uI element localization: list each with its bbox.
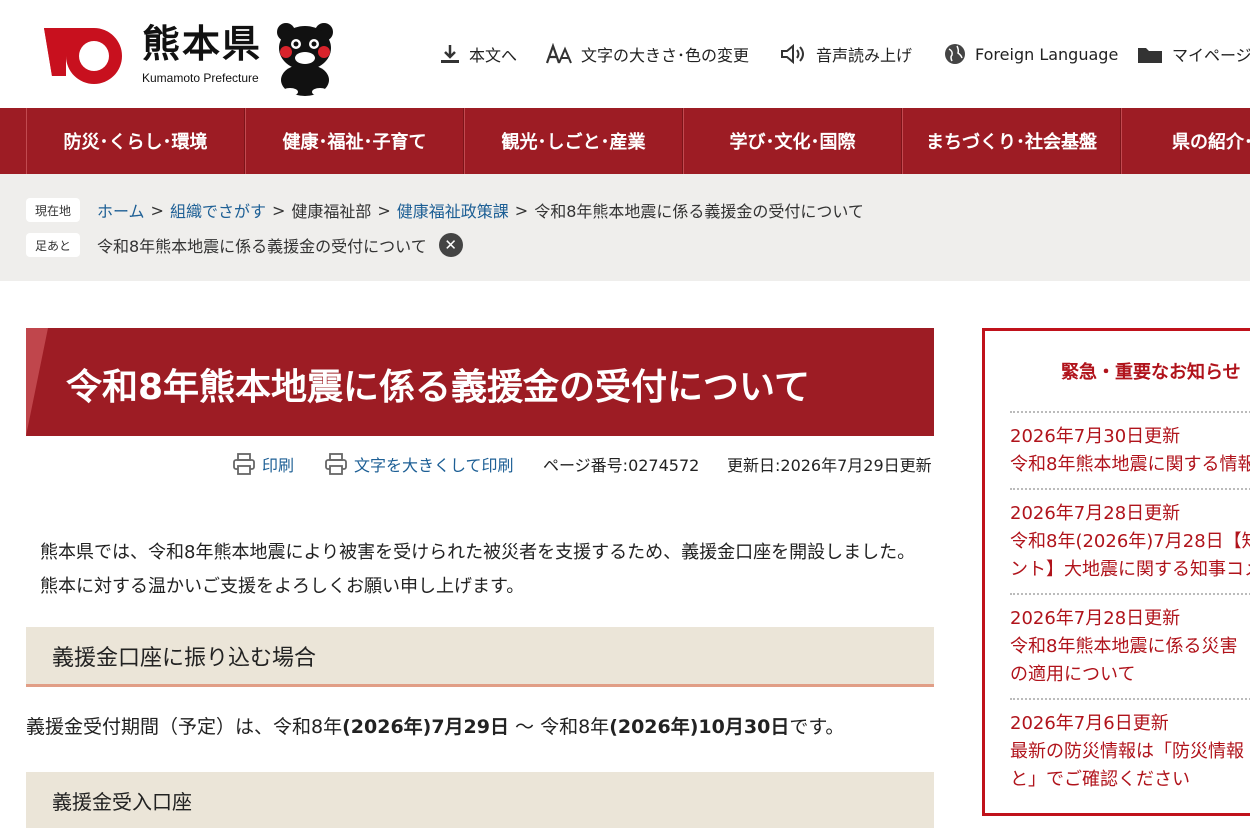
kumamon-mascot-icon: [277, 23, 333, 96]
notice-item[interactable]: 2026年7月28日更新 令和8年(2026年)7月28日【知 ント】大地震に関…: [1010, 488, 1250, 584]
notice-text[interactable]: ント】大地震に関する知事コメ: [1010, 556, 1250, 584]
nav-item-tourism[interactable]: 観光･しごと･産業: [464, 108, 683, 174]
updated-date: 更新日:2026年7月29日更新: [727, 456, 932, 475]
breadcrumb-separator: >: [377, 200, 391, 220]
read-aloud-link[interactable]: 音声読み上げ: [780, 40, 912, 68]
close-icon[interactable]: ✕: [438, 233, 463, 257]
site-header: 熊本県 Kumamoto Prefecture 本文へ 文字の大きさ･色の変更: [0, 0, 1250, 108]
notice-date: 2026年7月28日更新: [1010, 608, 1181, 629]
notice-item[interactable]: 2026年7月30日更新 令和8年熊本地震に関する情報: [1010, 411, 1250, 479]
intro-line: 熊本に対する温かいご支援をよろしくお願い申し上げます。: [40, 576, 525, 597]
breadcrumb-separator: >: [150, 200, 164, 220]
breadcrumb-division-link[interactable]: 健康福祉政策課: [397, 198, 509, 222]
folder-icon: [1138, 48, 1162, 63]
notice-text[interactable]: 令和8年熊本地震に関する情報: [1010, 451, 1250, 479]
print-label[interactable]: 印刷: [262, 452, 294, 476]
nav-item-disaster[interactable]: 防災･くらし･環境: [26, 108, 245, 174]
kumamoto-logo-icon[interactable]: [40, 24, 124, 84]
notice-text[interactable]: 最新の防災情報は「防災情報: [1010, 738, 1250, 766]
nav-item-about[interactable]: 県の紹介･計画: [1121, 108, 1250, 174]
nav-item-health[interactable]: 健康･福祉･子育て: [245, 108, 464, 174]
globe-icon: [945, 44, 965, 64]
utility-label: マイページ: [1172, 46, 1250, 65]
period-mid: 〜 令和8年: [509, 716, 610, 738]
notice-date: 2026年7月28日更新: [1010, 503, 1181, 524]
print-large-link[interactable]: 文字を大きくして印刷: [324, 450, 514, 478]
breadcrumb-separator: >: [514, 200, 529, 220]
notice-text[interactable]: 令和8年(2026年)7月28日【知: [1010, 528, 1250, 556]
utility-label: Foreign Language: [975, 44, 1119, 64]
page-title: 令和8年熊本地震に係る義援金の受付について: [66, 367, 810, 408]
printer-icon: [233, 453, 255, 475]
breadcrumb-department: 健康福祉部: [291, 202, 372, 221]
period-end: (2026年)10月30日: [609, 716, 790, 738]
logo-title[interactable]: 熊本県: [142, 22, 262, 66]
period-start: (2026年)7月29日: [342, 716, 510, 738]
intro-line: 熊本県では、令和8年熊本地震により被害を受けられた被災者を支援するため、義援金口…: [40, 542, 916, 563]
breadcrumb-home-link[interactable]: ホーム: [97, 198, 145, 222]
printer-icon: [325, 453, 347, 475]
breadcrumb-organization-link[interactable]: 組織でさがす: [170, 198, 266, 222]
history-trail: 令和8年熊本地震に係る義援金の受付について ✕: [97, 233, 463, 257]
logo-subtitle: Kumamoto Prefecture: [142, 71, 259, 85]
speaker-icon: [781, 43, 804, 65]
notice-text[interactable]: と」でご確認ください: [1010, 766, 1250, 794]
breadcrumb-current-page: 令和8年熊本地震に係る義援金の受付について: [534, 202, 864, 221]
period-prefix: 義援金受付期間（予定）は、令和8年: [26, 716, 343, 738]
nav-item-culture[interactable]: 学び･文化･国際: [683, 108, 902, 174]
breadcrumb-separator: >: [271, 200, 286, 220]
important-notices-panel: 緊急・重要なお知らせ 2026年7月30日更新 令和8年熊本地震に関する情報 2…: [982, 328, 1250, 816]
history-item[interactable]: 令和8年熊本地震に係る義援金の受付について: [97, 233, 427, 257]
intro-text: 熊本県では、令和8年熊本地震により被害を受けられた被災者を支援するため、義援金口…: [40, 536, 940, 604]
notice-item[interactable]: 2026年7月28日更新 令和8年熊本地震に係る災害 の適用について: [1010, 593, 1250, 689]
page-title-banner: 令和8年熊本地震に係る義援金の受付について: [26, 328, 934, 436]
skip-to-content-link[interactable]: 本文へ: [439, 40, 517, 68]
acceptance-period: 義援金受付期間（予定）は、令和8年(2026年)7月29日 〜 令和8年(202…: [26, 712, 844, 739]
notice-item[interactable]: 2026年7月6日更新 最新の防災情報は「防災情報 と」でご確認ください: [1010, 698, 1250, 794]
utility-label: 音声読み上げ: [816, 46, 913, 65]
breadcrumb-area: 現在地 ホーム > 組織でさがす > 健康福祉部 > 健康福祉政策課 > 令和8…: [0, 174, 1250, 281]
nav-item-town[interactable]: まちづくり･社会基盤: [902, 108, 1121, 174]
print-link[interactable]: 印刷: [232, 450, 294, 478]
notices-heading: 緊急・重要なお知らせ: [1061, 362, 1241, 383]
print-large-label[interactable]: 文字を大きくして印刷: [354, 452, 514, 476]
section-heading-account: 義援金受入口座: [26, 772, 934, 828]
utility-label: 文字の大きさ･色の変更: [581, 46, 750, 65]
download-icon: [441, 45, 459, 63]
notice-date: 2026年7月6日更新: [1010, 713, 1169, 734]
text-size-icon: [545, 43, 572, 64]
page-number: ページ番号:0274572: [543, 456, 700, 475]
text-size-color-link[interactable]: 文字の大きさ･色の変更: [545, 40, 749, 68]
global-nav: 防災･くらし･環境 健康･福祉･子育て 観光･しごと･産業 学び･文化･国際 ま…: [0, 108, 1250, 174]
history-tag: 足あと: [26, 233, 80, 257]
utility-label: 本文へ: [469, 46, 518, 65]
current-location-tag: 現在地: [26, 198, 80, 222]
foreign-language-link[interactable]: Foreign Language: [943, 40, 1118, 68]
notice-text[interactable]: の適用について: [1010, 661, 1250, 689]
notice-text[interactable]: 令和8年熊本地震に係る災害: [1010, 633, 1250, 661]
mypage-link[interactable]: マイページ: [1136, 40, 1250, 68]
period-suffix: です。: [789, 716, 845, 738]
section-heading-bank-transfer: 義援金口座に振り込む場合: [26, 627, 934, 687]
breadcrumb: ホーム > 組織でさがす > 健康福祉部 > 健康福祉政策課 > 令和8年熊本地…: [97, 198, 864, 222]
notice-date: 2026年7月30日更新: [1010, 426, 1181, 447]
